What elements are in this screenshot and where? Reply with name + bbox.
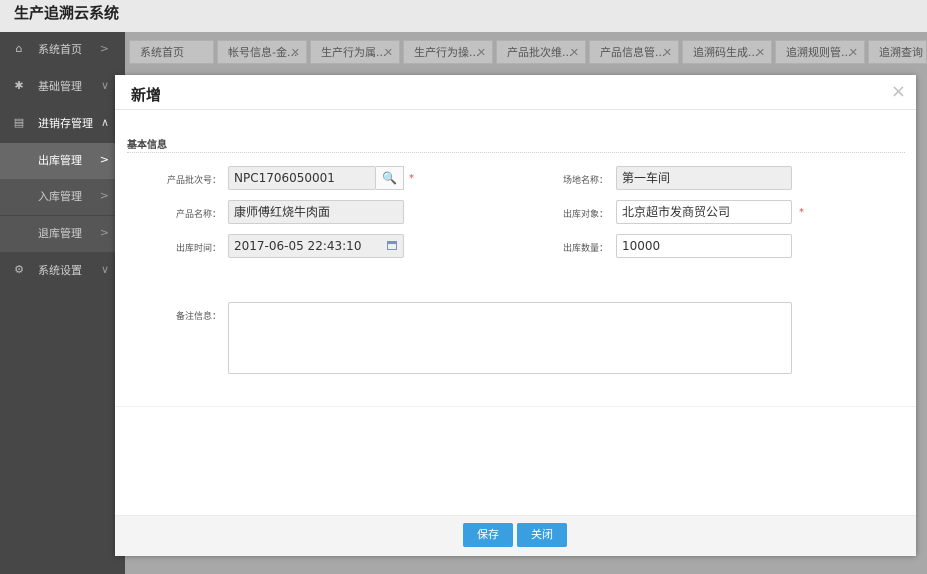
tab-behavior-op[interactable]: 生产行为操... ✕ bbox=[403, 40, 493, 64]
dialog-header: 新增 × bbox=[115, 75, 916, 110]
remark-label: 备注信息： bbox=[175, 312, 221, 322]
sidebar: ⌂ 系统首页 > ✱ 基础管理 ∨ ▤ 进销存管理 ∧ 出库管理 > 入库管理 … bbox=[0, 32, 125, 574]
dialog-footer: 保存 关闭 bbox=[115, 515, 916, 556]
tab-behavior-attr[interactable]: 生产行为属... ✕ bbox=[310, 40, 400, 64]
chevron-right-icon: > bbox=[99, 189, 109, 202]
required-mark: * bbox=[409, 173, 414, 184]
cogs-icon: ⚙ bbox=[14, 263, 24, 276]
book-icon: ▤ bbox=[13, 116, 25, 129]
chevron-right-icon: > bbox=[99, 42, 109, 55]
app-title: 生产追溯云系统 bbox=[14, 4, 120, 22]
gear-icon: ✱ bbox=[14, 79, 24, 92]
sidebar-item-inbound[interactable]: 入库管理 > bbox=[0, 179, 125, 215]
sidebar-item-home[interactable]: ⌂ 系统首页 > bbox=[0, 32, 125, 68]
out-time-label: 出库时间： bbox=[175, 244, 221, 254]
tab-account[interactable]: 帐号信息-金... ✕ bbox=[217, 40, 307, 64]
section-divider bbox=[127, 152, 905, 153]
sidebar-item-basic[interactable]: ✱ 基础管理 ∨ bbox=[0, 69, 125, 105]
dialog-title: 新增 bbox=[131, 86, 162, 104]
home-icon: ⌂ bbox=[15, 42, 23, 55]
calendar-icon[interactable] bbox=[387, 241, 397, 250]
tab-product[interactable]: 产品信息管... ✕ bbox=[589, 40, 679, 64]
chevron-up-icon: ∧ bbox=[100, 116, 109, 129]
chevron-right-icon: > bbox=[99, 226, 109, 239]
chevron-right-icon: > bbox=[99, 153, 109, 166]
required-mark: * bbox=[799, 207, 804, 218]
sidebar-item-return[interactable]: 退库管理 > bbox=[0, 216, 125, 252]
out-target-field[interactable]: 北京超市发商贸公司 bbox=[616, 200, 792, 224]
close-icon[interactable]: ✕ bbox=[756, 41, 765, 63]
remark-textarea[interactable] bbox=[228, 302, 792, 374]
section-title: 基本信息 bbox=[127, 140, 167, 151]
search-icon: 🔍 bbox=[382, 171, 397, 185]
close-icon[interactable]: ✕ bbox=[384, 41, 393, 63]
tab-code-gen[interactable]: 追溯码生成... ✕ bbox=[682, 40, 772, 64]
close-icon[interactable]: × bbox=[891, 81, 906, 102]
add-dialog: 新增 × 基本信息 产品批次号： NPC1706050001 🔍 * 产品名称：… bbox=[115, 75, 916, 556]
save-button[interactable]: 保存 bbox=[463, 523, 513, 547]
batch-no-label: 产品批次号： bbox=[166, 176, 221, 186]
sidebar-item-inventory[interactable]: ▤ 进销存管理 ∧ bbox=[0, 106, 125, 142]
sidebar-item-settings[interactable]: ⚙ 系统设置 ∨ bbox=[0, 253, 125, 289]
tab-home[interactable]: 系统首页 bbox=[129, 40, 214, 64]
sidebar-item-outbound[interactable]: 出库管理 > bbox=[0, 143, 125, 179]
out-qty-field[interactable]: 10000 bbox=[616, 234, 792, 258]
close-icon[interactable]: ✕ bbox=[477, 41, 486, 63]
close-icon[interactable]: ✕ bbox=[291, 41, 300, 63]
close-icon[interactable]: ✕ bbox=[663, 41, 672, 63]
out-qty-label: 出库数量： bbox=[562, 244, 608, 254]
tab-query[interactable]: 追溯查询 bbox=[868, 40, 927, 64]
product-name-label: 产品名称： bbox=[175, 210, 221, 220]
tab-batch[interactable]: 产品批次维... ✕ bbox=[496, 40, 586, 64]
form-divider bbox=[115, 406, 916, 407]
chevron-down-icon: ∨ bbox=[100, 263, 109, 276]
chevron-down-icon: ∨ bbox=[100, 79, 109, 92]
top-bar: 生产追溯云系统 bbox=[0, 0, 927, 32]
tab-rules[interactable]: 追溯规则管... ✕ bbox=[775, 40, 865, 64]
out-target-label: 出库对象： bbox=[562, 210, 608, 220]
product-name-field[interactable]: 康师傅红烧牛肉面 bbox=[228, 200, 404, 224]
site-name-field[interactable]: 第一车间 bbox=[616, 166, 792, 190]
site-name-label: 场地名称： bbox=[562, 176, 608, 186]
close-icon[interactable]: ✕ bbox=[849, 41, 858, 63]
out-time-field[interactable]: 2017-06-05 22:43:10 bbox=[228, 234, 404, 258]
close-button[interactable]: 关闭 bbox=[517, 523, 567, 547]
close-icon[interactable]: ✕ bbox=[570, 41, 579, 63]
batch-no-field[interactable]: NPC1706050001 bbox=[228, 166, 376, 190]
search-button[interactable]: 🔍 bbox=[376, 166, 404, 190]
